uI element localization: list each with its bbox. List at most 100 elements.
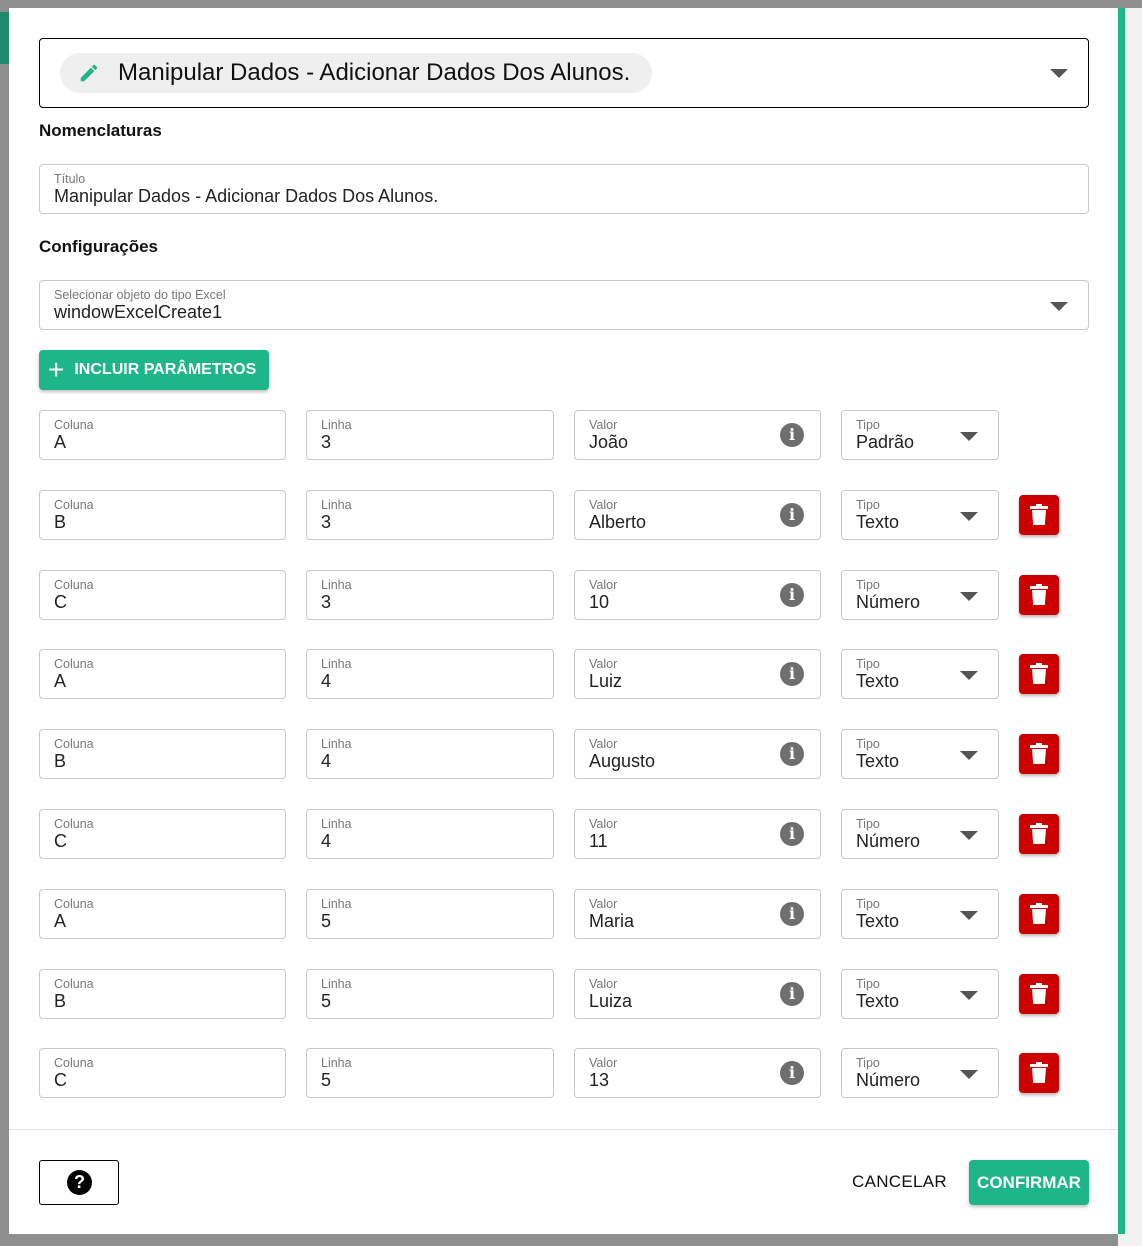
type-select-value[interactable]: Texto — [856, 991, 899, 1012]
value-field[interactable]: Valor Augusto i — [574, 729, 821, 779]
column-field[interactable]: Coluna A — [39, 649, 286, 699]
column-field[interactable]: Coluna A — [39, 410, 286, 460]
value-field-value[interactable]: 11 — [589, 831, 608, 852]
chevron-down-icon[interactable] — [960, 911, 978, 920]
column-field-value[interactable]: A — [54, 671, 66, 692]
column-field[interactable]: Coluna C — [39, 1048, 286, 1098]
delete-parameter-button[interactable] — [1019, 1053, 1059, 1093]
row-field-value[interactable]: 5 — [321, 1070, 331, 1091]
column-field-value[interactable]: B — [54, 991, 66, 1012]
column-field-value[interactable]: C — [54, 831, 67, 852]
info-icon[interactable]: i — [780, 662, 804, 686]
step-selector[interactable]: Manipular Dados - Adicionar Dados Dos Al… — [39, 38, 1089, 108]
info-icon[interactable]: i — [780, 902, 804, 926]
value-field[interactable]: Valor 11 i — [574, 809, 821, 859]
chevron-down-icon[interactable] — [960, 1070, 978, 1079]
add-parameters-button[interactable]: + INCLUIR PARÂMETROS — [39, 350, 269, 390]
column-field[interactable]: Coluna C — [39, 570, 286, 620]
column-field-value[interactable]: B — [54, 512, 66, 533]
type-select[interactable]: Tipo Número — [841, 809, 999, 859]
row-field-value[interactable]: 4 — [321, 751, 331, 772]
row-field[interactable]: Linha 4 — [306, 809, 554, 859]
value-field-value[interactable]: Luiza — [589, 991, 632, 1012]
confirm-button[interactable]: CONFIRMAR — [969, 1160, 1089, 1205]
info-icon[interactable]: i — [780, 742, 804, 766]
chevron-down-icon[interactable] — [960, 432, 978, 441]
chevron-down-icon[interactable] — [960, 671, 978, 680]
chevron-down-icon[interactable] — [960, 592, 978, 601]
row-field[interactable]: Linha 5 — [306, 969, 554, 1019]
chevron-down-icon[interactable] — [1050, 69, 1068, 78]
type-select[interactable]: Tipo Texto — [841, 729, 999, 779]
row-field[interactable]: Linha 5 — [306, 1048, 554, 1098]
type-select-value[interactable]: Número — [856, 1070, 920, 1091]
cancel-button[interactable]: CANCELAR — [852, 1172, 947, 1192]
row-field-value[interactable]: 5 — [321, 991, 331, 1012]
value-field-value[interactable]: 10 — [589, 592, 609, 613]
value-field[interactable]: Valor 10 i — [574, 570, 821, 620]
value-field[interactable]: Valor Alberto i — [574, 490, 821, 540]
column-field-value[interactable]: C — [54, 592, 67, 613]
row-field-value[interactable]: 3 — [321, 512, 331, 533]
info-icon[interactable]: i — [780, 583, 804, 607]
row-field-value[interactable]: 4 — [321, 671, 331, 692]
column-field-value[interactable]: A — [54, 432, 66, 453]
type-select[interactable]: Tipo Texto — [841, 649, 999, 699]
type-select[interactable]: Tipo Texto — [841, 490, 999, 540]
type-select[interactable]: Tipo Texto — [841, 889, 999, 939]
value-field[interactable]: Valor Luiz i — [574, 649, 821, 699]
row-field[interactable]: Linha 5 — [306, 889, 554, 939]
chevron-down-icon[interactable] — [1050, 302, 1068, 311]
value-field[interactable]: Valor Luiza i — [574, 969, 821, 1019]
info-icon[interactable]: i — [780, 423, 804, 447]
help-button[interactable]: ? — [39, 1160, 119, 1205]
info-icon[interactable]: i — [780, 822, 804, 846]
row-field[interactable]: Linha 4 — [306, 649, 554, 699]
value-field-value[interactable]: Maria — [589, 911, 634, 932]
type-select-value[interactable]: Número — [856, 831, 920, 852]
value-field[interactable]: Valor 13 i — [574, 1048, 821, 1098]
column-field[interactable]: Coluna B — [39, 969, 286, 1019]
row-field[interactable]: Linha 3 — [306, 570, 554, 620]
chevron-down-icon[interactable] — [960, 751, 978, 760]
row-field-value[interactable]: 5 — [321, 911, 331, 932]
column-field-value[interactable]: B — [54, 751, 66, 772]
delete-parameter-button[interactable] — [1019, 814, 1059, 854]
type-select-value[interactable]: Texto — [856, 512, 899, 533]
column-field[interactable]: Coluna B — [39, 729, 286, 779]
column-field[interactable]: Coluna C — [39, 809, 286, 859]
value-field[interactable]: Valor Maria i — [574, 889, 821, 939]
info-icon[interactable]: i — [780, 503, 804, 527]
delete-parameter-button[interactable] — [1019, 974, 1059, 1014]
type-select[interactable]: Tipo Texto — [841, 969, 999, 1019]
column-field-value[interactable]: C — [54, 1070, 67, 1091]
chevron-down-icon[interactable] — [960, 831, 978, 840]
row-field-value[interactable]: 3 — [321, 592, 331, 613]
type-select[interactable]: Tipo Número — [841, 1048, 999, 1098]
row-field[interactable]: Linha 4 — [306, 729, 554, 779]
title-field-value[interactable]: Manipular Dados - Adicionar Dados Dos Al… — [54, 186, 438, 207]
value-field-value[interactable]: 13 — [589, 1070, 609, 1091]
title-field[interactable]: Título Manipular Dados - Adicionar Dados… — [39, 164, 1089, 214]
value-field-value[interactable]: João — [589, 432, 628, 453]
column-field-value[interactable]: A — [54, 911, 66, 932]
type-select-value[interactable]: Padrão — [856, 432, 914, 453]
type-select-value[interactable]: Número — [856, 592, 920, 613]
row-field[interactable]: Linha 3 — [306, 490, 554, 540]
type-select-value[interactable]: Texto — [856, 751, 899, 772]
type-select[interactable]: Tipo Número — [841, 570, 999, 620]
row-field-value[interactable]: 4 — [321, 831, 331, 852]
delete-parameter-button[interactable] — [1019, 654, 1059, 694]
row-field[interactable]: Linha 3 — [306, 410, 554, 460]
chevron-down-icon[interactable] — [960, 991, 978, 1000]
delete-parameter-button[interactable] — [1019, 894, 1059, 934]
value-field-value[interactable]: Alberto — [589, 512, 646, 533]
type-select-value[interactable]: Texto — [856, 671, 899, 692]
column-field[interactable]: Coluna A — [39, 889, 286, 939]
excel-object-select[interactable]: Selecionar objeto do tipo Excel windowEx… — [39, 280, 1089, 330]
column-field[interactable]: Coluna B — [39, 490, 286, 540]
row-field-value[interactable]: 3 — [321, 432, 331, 453]
value-field[interactable]: Valor João i — [574, 410, 821, 460]
chevron-down-icon[interactable] — [960, 512, 978, 521]
info-icon[interactable]: i — [780, 982, 804, 1006]
